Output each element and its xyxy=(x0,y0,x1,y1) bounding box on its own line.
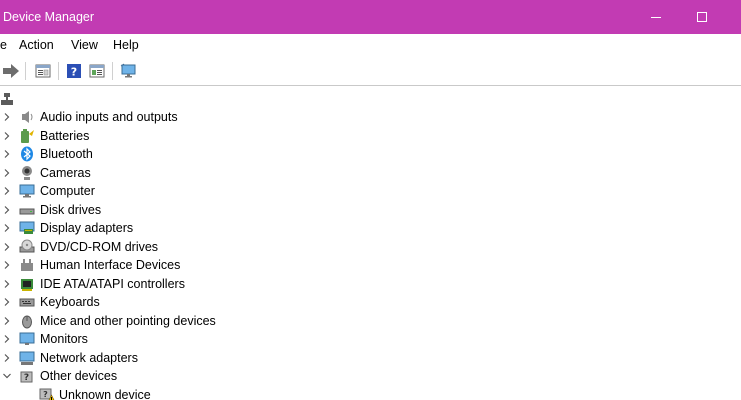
ide-controller-icon xyxy=(21,278,33,291)
menu-help[interactable]: Help xyxy=(113,38,139,52)
maximize-icon xyxy=(697,12,707,22)
bluetooth-icon xyxy=(21,146,33,162)
dvd-drive-icon xyxy=(19,239,35,252)
minimize-button[interactable] xyxy=(633,0,679,34)
tree-category-item[interactable]: Cameras xyxy=(0,164,741,182)
toolbar-separator xyxy=(58,62,59,80)
scan-monitor-icon xyxy=(120,63,136,78)
mouse-icon xyxy=(22,315,32,328)
window-title: Device Manager xyxy=(3,10,95,24)
chevron-right-icon[interactable] xyxy=(2,353,12,363)
svg-text:?: ? xyxy=(71,66,77,79)
disk-drive-icon xyxy=(19,208,35,214)
tree-category-label: Mice and other pointing devices xyxy=(40,313,216,328)
tree-category-label: Batteries xyxy=(40,128,90,143)
tree-category-label: Audio inputs and outputs xyxy=(40,110,178,124)
computer-root-icon xyxy=(1,93,13,105)
toolbar-separator xyxy=(25,62,26,80)
minimize-icon xyxy=(651,16,661,18)
tree-device-label: Unknown device xyxy=(59,387,151,400)
chevron-right-icon[interactable] xyxy=(2,131,12,141)
tree-category-item[interactable]: Network adapters xyxy=(0,349,741,367)
battery-icon xyxy=(21,128,34,143)
tree-category-item[interactable]: Disk drives xyxy=(0,201,741,219)
forward-button[interactable] xyxy=(0,60,22,82)
monitor-icon xyxy=(19,332,35,345)
menu-bar: e Action View Help xyxy=(0,34,741,56)
chevron-down-icon[interactable] xyxy=(2,371,12,381)
tree-category-label: Human Interface Devices xyxy=(40,258,181,272)
chevron-right-icon[interactable] xyxy=(2,297,12,307)
tree-category-label: Network adapters xyxy=(40,350,138,365)
chevron-right-icon[interactable] xyxy=(2,112,12,122)
update-driver-button[interactable] xyxy=(86,60,108,82)
camera-icon xyxy=(22,165,32,180)
tree-category-item[interactable]: Monitors xyxy=(0,330,741,348)
tree-device-item[interactable]: ? Unknown device xyxy=(0,386,741,400)
tree-category-label: DVD/CD-ROM drives xyxy=(40,239,159,254)
chevron-right-icon[interactable] xyxy=(2,168,12,178)
display-adapter-icon xyxy=(19,221,35,234)
tree-category-label: Computer xyxy=(40,184,95,198)
tree-category-item[interactable]: Computer xyxy=(0,182,741,200)
tree-category-label: Monitors xyxy=(40,332,88,346)
chevron-right-icon[interactable] xyxy=(2,279,12,289)
forward-arrow-icon xyxy=(3,64,19,78)
svg-text:?: ? xyxy=(43,390,48,399)
tree-root[interactable] xyxy=(0,90,741,108)
properties-button[interactable] xyxy=(32,60,54,82)
tree-category-item[interactable]: IDE ATA/ATAPI controllers xyxy=(0,275,741,293)
maximize-button[interactable] xyxy=(679,0,725,34)
update-driver-icon xyxy=(89,64,105,78)
tree-category-item[interactable]: Display adapters xyxy=(0,219,741,237)
device-tree: Audio inputs and outputs Batteries Bluetoo… xyxy=(0,87,741,400)
tree-category-label: Disk drives xyxy=(40,202,102,217)
chevron-right-icon[interactable] xyxy=(2,316,12,326)
chevron-right-icon[interactable] xyxy=(2,186,12,196)
tree-category-label: IDE ATA/ATAPI controllers xyxy=(40,276,185,291)
tree-category-item[interactable]: DVD/CD-ROM drives xyxy=(0,238,741,256)
keyboard-icon xyxy=(19,298,35,307)
other-devices-icon: ? xyxy=(20,371,33,383)
chevron-right-icon[interactable] xyxy=(2,242,12,252)
chevron-right-icon[interactable] xyxy=(2,334,12,344)
hid-icon xyxy=(21,259,33,271)
tree-category-label: Display adapters xyxy=(40,221,134,235)
scan-hardware-button[interactable] xyxy=(118,60,140,82)
tree-category-item[interactable]: Bluetooth xyxy=(0,145,741,163)
tree-category-item[interactable]: Batteries xyxy=(0,127,741,145)
speaker-icon xyxy=(22,111,33,123)
menu-action[interactable]: Action xyxy=(19,38,54,52)
tree-category-item[interactable]: Keyboards xyxy=(0,293,741,311)
tree-category-item[interactable]: Audio inputs and outputs xyxy=(0,108,741,126)
unknown-device-warning-icon: ? xyxy=(39,388,55,400)
tree-category-label: Cameras xyxy=(40,165,91,180)
properties-icon xyxy=(35,64,51,78)
title-bar: Device Manager xyxy=(0,0,741,34)
tree-category-item[interactable]: ? Other devices xyxy=(0,367,741,385)
chevron-right-icon[interactable] xyxy=(2,223,12,233)
svg-text:?: ? xyxy=(24,373,29,383)
toolbar: ? xyxy=(0,56,741,86)
toolbar-separator xyxy=(112,62,113,80)
chevron-right-icon[interactable] xyxy=(2,149,12,159)
chevron-right-icon[interactable] xyxy=(2,260,12,270)
tree-category-item[interactable]: Human Interface Devices xyxy=(0,256,741,274)
tree-category-label: Keyboards xyxy=(40,295,100,309)
help-icon: ? xyxy=(67,64,81,79)
computer-icon xyxy=(19,184,35,198)
help-button[interactable]: ? xyxy=(63,60,85,82)
tree-category-item[interactable]: Mice and other pointing devices xyxy=(0,312,741,330)
tree-category-label: Other devices xyxy=(40,369,118,383)
menu-file[interactable]: e xyxy=(0,38,7,52)
network-adapter-icon xyxy=(19,351,35,365)
tree-category-label: Bluetooth xyxy=(40,147,93,161)
menu-view[interactable]: View xyxy=(71,38,98,52)
chevron-right-icon[interactable] xyxy=(2,205,12,215)
